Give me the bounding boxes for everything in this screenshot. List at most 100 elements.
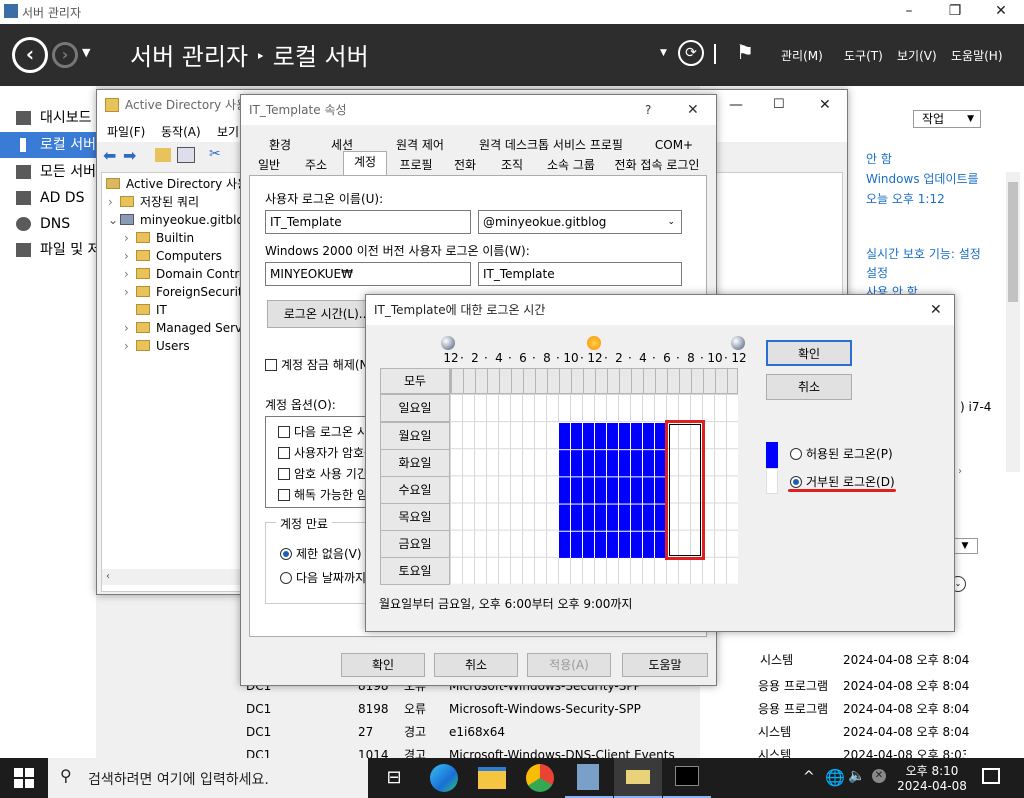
feedback-setting-link[interactable]: 안 함 <box>866 150 892 167</box>
aduc-taskbar-button[interactable] <box>614 758 662 798</box>
expire-never-radio[interactable]: 제한 없음(V) <box>280 545 362 562</box>
network-icon[interactable]: 🌐 <box>825 768 845 787</box>
sidebar-item-file-storage[interactable]: 파일 및 저장소 서비스 <box>0 237 96 263</box>
logon-cancel-button[interactable]: 취소 <box>766 374 852 400</box>
tab-telephones[interactable]: 전화 <box>445 155 485 175</box>
help-button[interactable]: 도움말 <box>622 653 708 677</box>
forward-icon[interactable]: › <box>52 42 78 68</box>
setting-link[interactable]: 설정 <box>866 264 888 281</box>
menu-tools[interactable]: 도구(T) <box>844 47 883 64</box>
maximize-icon[interactable]: ❐ <box>932 0 978 24</box>
day-row-tuesday[interactable]: 화요일 <box>380 449 450 477</box>
tab-address[interactable]: 주소 <box>293 155 339 175</box>
back-icon[interactable]: ‹ <box>12 37 48 73</box>
server-manager-taskbar-button[interactable] <box>565 758 613 798</box>
file-explorer-icon[interactable] <box>478 767 506 789</box>
day-row-wednesday[interactable]: 수요일 <box>380 476 450 504</box>
history-dropdown-icon[interactable]: ▼ <box>82 46 90 59</box>
tab-profile[interactable]: 프로필 <box>391 155 441 175</box>
permitted-hours-block[interactable] <box>558 422 666 558</box>
tab-general[interactable]: 일반 <box>249 155 289 175</box>
action-center-icon[interactable] <box>982 768 1000 784</box>
tree-ou-users[interactable]: › Users <box>124 337 190 355</box>
minimize-icon[interactable]: — <box>729 90 743 120</box>
close-icon[interactable]: ✕ <box>687 95 699 125</box>
scroll-right-icon[interactable]: › <box>958 466 962 477</box>
tree-saved-queries[interactable]: › 저장된 쿼리 <box>108 193 199 211</box>
upn-suffix-select[interactable]: @minyeokue.gitblog ⌄ <box>478 210 682 234</box>
menu-view[interactable]: 보기 <box>217 123 239 140</box>
tab-rds-profile[interactable]: 원격 데스크톱 서비스 프로필 <box>467 135 635 155</box>
refresh-dropdown-icon[interactable]: ▼ <box>660 48 667 58</box>
unlock-checkbox[interactable]: 계정 잠금 해제(N) <box>265 356 373 373</box>
last-checked-link[interactable]: 오늘 오후 1:12 <box>866 190 945 207</box>
cut-icon[interactable]: ✂ <box>209 146 221 162</box>
tab-account[interactable]: 계정 <box>343 151 387 175</box>
sidebar-item-dashboard[interactable]: 대시보드 <box>0 105 96 131</box>
windows-update-link[interactable]: Windows 업데이트를 <box>866 170 979 187</box>
scrollbar[interactable] <box>1006 172 1020 472</box>
refresh-icon[interactable]: ⟳ <box>678 40 704 66</box>
day-row-monday[interactable]: 월요일 <box>380 422 450 450</box>
pre2000-name-input[interactable]: IT_Template <box>478 262 682 286</box>
back-arrow-icon[interactable]: ⬅ <box>103 146 116 165</box>
realtime-protection-link[interactable]: 실시간 보호 기능: 설정 <box>866 245 981 262</box>
forward-arrow-icon[interactable]: ➡ <box>123 146 136 165</box>
tree-ou-it[interactable]: IT <box>124 301 167 319</box>
tab-organization[interactable]: 조직 <box>489 155 535 175</box>
cmd-taskbar-button[interactable] <box>663 758 711 798</box>
events-tasks-dropdown[interactable]: ▼ <box>952 538 978 554</box>
permitted-radio[interactable]: 허용된 로그온(P) <box>790 445 893 462</box>
day-row-sunday[interactable]: 일요일 <box>380 394 450 422</box>
menu-manage[interactable]: 관리(M) <box>781 47 823 64</box>
up-folder-icon[interactable] <box>155 148 171 162</box>
notification-error-icon[interactable]: ✕ <box>872 769 886 783</box>
tree-ou-computers[interactable]: › Computers <box>124 247 222 265</box>
logon-ok-button[interactable]: 확인 <box>766 340 852 366</box>
select-all-button[interactable]: 모두 <box>380 368 450 394</box>
tree-hscrollbar[interactable]: ‹ <box>102 569 244 585</box>
hour-column-headers[interactable] <box>450 368 738 394</box>
day-row-friday[interactable]: 금요일 <box>380 530 450 558</box>
table-row[interactable]: DC1 27 경고 e1i68x64 시스템 2024-04-08 오후 8:04 <box>246 721 969 744</box>
edge-icon[interactable] <box>430 764 458 792</box>
sidebar-item-all-servers[interactable]: 모든 서버 <box>0 159 96 185</box>
day-row-saturday[interactable]: 토요일 <box>380 557 450 585</box>
menu-action[interactable]: 동작(A) <box>161 123 201 140</box>
details-view-icon[interactable] <box>177 147 195 163</box>
maximize-icon[interactable]: ☐ <box>773 90 785 120</box>
notifications-flag-icon[interactable]: ⚑ <box>736 40 754 64</box>
tab-com[interactable]: COM+ <box>639 135 709 155</box>
table-row[interactable]: DC1 1014 경고 Microsoft-Windows-DNS-Client Ev… <box>246 744 966 758</box>
table-row[interactable]: DC1 8198 오류 Microsoft-Windows-Security-SPP 응… <box>246 698 969 721</box>
menu-file[interactable]: 파일(F) <box>107 123 145 140</box>
sidebar-item-dns[interactable]: DNS <box>0 211 96 237</box>
start-icon[interactable] <box>14 768 34 788</box>
sidebar-item-local-server[interactable]: 로컬 서버 <box>0 132 96 158</box>
tree-domain[interactable]: ⌄ minyeokue.gitblog <box>108 211 251 229</box>
day-row-thursday[interactable]: 목요일 <box>380 503 450 531</box>
tab-remote-control[interactable]: 원격 제어 <box>377 135 463 155</box>
clock[interactable]: 오후 8:10 2024-04-08 <box>897 762 967 793</box>
close-icon[interactable]: ✕ <box>930 295 942 325</box>
taskbar-search-box[interactable]: ⚲ 검색하려면 여기에 입력하세요. <box>48 758 368 798</box>
breadcrumb-root[interactable]: 서버 관리자 <box>130 43 248 71</box>
apply-button[interactable]: 적용(A) <box>527 653 611 677</box>
minimize-icon[interactable]: – <box>886 0 932 24</box>
menu-help[interactable]: 도움말(H) <box>951 47 1003 64</box>
volume-muted-icon[interactable]: 🔈 <box>848 768 865 784</box>
chevron-up-icon[interactable]: ^ <box>803 769 815 785</box>
sidebar-item-adds[interactable]: AD DS <box>0 185 96 211</box>
tab-environment[interactable]: 환경 <box>251 135 309 155</box>
tasks-dropdown[interactable]: 작업 ▼ <box>913 110 981 128</box>
tab-member-of[interactable]: 소속 그룹 <box>539 155 603 175</box>
ok-button[interactable]: 확인 <box>341 653 425 677</box>
close-icon[interactable]: ✕ <box>978 0 1024 24</box>
denied-radio[interactable]: 거부된 로그온(D) <box>790 473 895 490</box>
tree-ou-builtin[interactable]: › Builtin <box>124 229 194 247</box>
help-icon[interactable]: ? <box>645 95 651 125</box>
chrome-icon[interactable] <box>526 764 554 792</box>
task-view-icon[interactable]: ⊟ <box>380 764 408 792</box>
logon-name-input[interactable]: IT_Template <box>265 210 471 234</box>
menu-view[interactable]: 보기(V) <box>897 47 937 64</box>
